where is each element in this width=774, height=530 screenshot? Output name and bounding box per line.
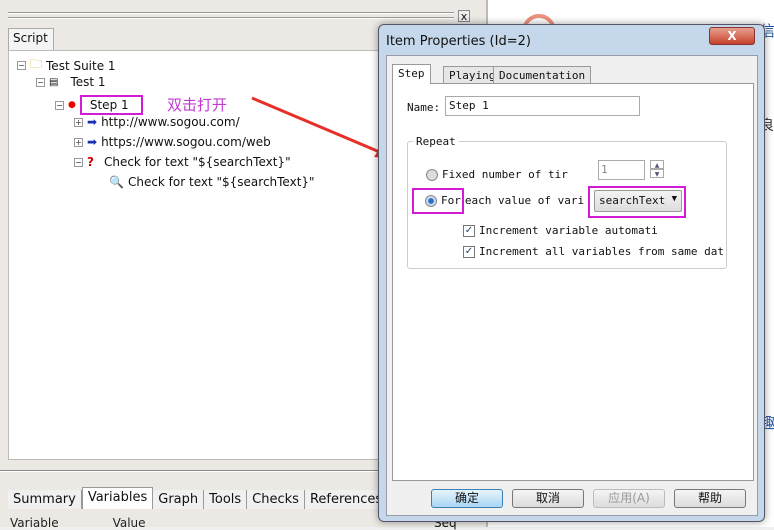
variable-select[interactable]: searchText ▼ [594, 190, 682, 212]
increment-variable-checkbox[interactable]: ✓ Increment variable automati [463, 224, 658, 237]
increment-all-checkbox[interactable]: ✓ Increment all variables from same dat [463, 245, 724, 258]
fixed-number-radio[interactable]: Fixed number of tir [426, 168, 568, 181]
annotation-text: 双击打开 [167, 96, 228, 114]
dialog-title: Item Properties (Id=2) [386, 34, 531, 49]
folder-icon: 🗀 [30, 57, 43, 71]
arrow-right-icon: ➡ [87, 115, 98, 129]
tree-node-check-text[interactable]: 🔍 Check for text "${searchText}" [109, 175, 315, 189]
cancel-button[interactable]: 取消 [512, 489, 584, 508]
tab-step[interactable]: Step [392, 64, 431, 84]
tab-graph[interactable]: Graph [153, 490, 205, 509]
check-text-icon: 🔍 [109, 175, 124, 189]
pane-grip[interactable] [8, 12, 454, 14]
tree-node-request[interactable]: + ➡ http://www.sogou.com/ [74, 115, 240, 129]
document-icon: ▤ [49, 76, 59, 88]
foreach-radio[interactable]: For each value of vari [425, 194, 584, 207]
apply-button[interactable]: 应用(A) [593, 489, 665, 508]
number-spinner[interactable]: ▲ ▼ [650, 160, 664, 180]
tab-documentation[interactable]: Documentation [493, 66, 592, 84]
tab-variables[interactable]: Variables [81, 487, 154, 509]
column-value[interactable]: Value [113, 516, 146, 530]
fixed-number-input[interactable]: 1 [598, 160, 645, 180]
tab-references[interactable]: References [304, 490, 389, 509]
help-button[interactable]: 帮助 [674, 489, 746, 508]
close-pane-button[interactable]: x [458, 10, 470, 22]
bottom-tabs: Summary Variables Graph Tools Checks Ref… [8, 487, 389, 509]
pane-grip[interactable] [8, 17, 454, 19]
tree-node-suite[interactable]: − 🗀 Test Suite 1 [17, 55, 116, 76]
item-properties-dialog: Item Properties (Id=2) X Step Playing Do… [378, 24, 765, 522]
variables-header: Variable Value [10, 516, 146, 530]
tree-node-test[interactable]: − ▤ Test 1 [36, 75, 106, 89]
tab-tools[interactable]: Tools [204, 490, 248, 509]
tree-node-request[interactable]: + ➡ https://www.sogou.com/web [74, 135, 271, 149]
ok-button[interactable]: 确定 [431, 489, 503, 508]
tree-node-step[interactable]: − ● Step 1 [55, 95, 143, 115]
chevron-down-icon: ▼ [671, 194, 677, 204]
question-icon: ? [87, 155, 94, 169]
step-panel: Name: Step 1 Repeat Fixed number of tir … [392, 83, 754, 481]
dialog-close-button[interactable]: X [709, 27, 755, 45]
arrow-right-icon: ➡ [87, 135, 98, 149]
name-input[interactable]: Step 1 [445, 96, 640, 116]
tab-summary[interactable]: Summary [8, 490, 82, 509]
red-dot-icon: ● [68, 100, 76, 110]
tab-checks[interactable]: Checks [247, 490, 305, 509]
column-variable[interactable]: Variable [10, 516, 59, 530]
tab-script[interactable]: Script [8, 28, 54, 50]
